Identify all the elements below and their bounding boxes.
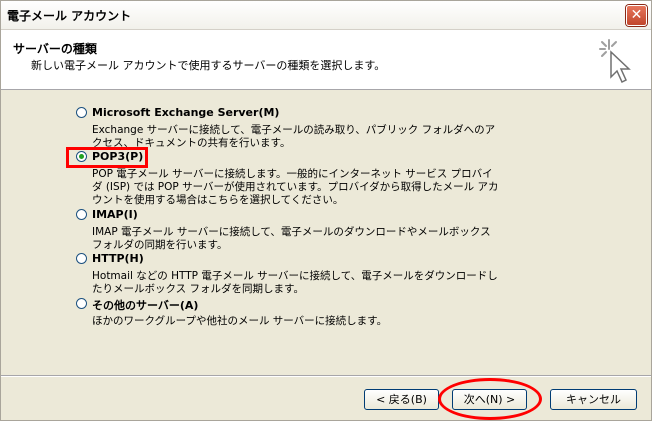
wizard-sparkle-cursor-icon (599, 39, 631, 84)
radio-http[interactable] (76, 253, 87, 264)
title-bar: 電子メール アカウント ✕ (1, 1, 651, 30)
option-other[interactable]: その他のサーバー(A) ほかのワークグループや他社のメール サーバーに接続します… (73, 296, 502, 328)
option-desc-imap: IMAP 電子メール サーバーに接続して、電子メールのダウンロードやメールボック… (92, 226, 491, 251)
pop3-highlight-annotation (66, 147, 148, 168)
option-label-http: HTTP(H) (92, 252, 144, 265)
radio-other[interactable] (76, 298, 87, 309)
cancel-button[interactable]: キャンセル (550, 389, 637, 410)
radio-imap[interactable] (76, 209, 87, 220)
back-button[interactable]: < 戻る(B) (364, 389, 439, 410)
option-http[interactable]: HTTP(H) Hotmail などの HTTP 電子メール サーバーに接続して… (73, 251, 502, 296)
server-type-options: Microsoft Exchange Server(M) Exchange サー… (1, 90, 651, 365)
option-exchange[interactable]: Microsoft Exchange Server(M) Exchange サー… (73, 105, 502, 150)
option-label-imap: IMAP(I) (92, 208, 138, 221)
header-title: サーバーの種類 (13, 42, 97, 56)
window-title: 電子メール アカウント (7, 9, 132, 23)
radio-exchange[interactable] (76, 107, 87, 118)
next-button-highlight-annotation (438, 378, 542, 420)
close-button[interactable]: ✕ (626, 5, 647, 26)
option-desc-other: ほかのワークグループや他社のメール サーバーに接続します。 (92, 315, 388, 327)
option-desc-http: Hotmail などの HTTP 電子メール サーバーに接続して、電子メールをダ… (92, 270, 498, 295)
option-label-other: その他のサーバー(A) (92, 299, 199, 312)
footer-divider (1, 375, 651, 377)
option-imap[interactable]: IMAP(I) IMAP 電子メール サーバーに接続して、電子メールのダウンロー… (73, 207, 502, 252)
header-subtitle: 新しい電子メール アカウントで使用するサーバーの種類を選択します。 (31, 59, 386, 72)
option-label-exchange: Microsoft Exchange Server(M) (92, 106, 280, 119)
wizard-header: サーバーの種類 新しい電子メール アカウントで使用するサーバーの種類を選択します… (1, 30, 651, 90)
option-desc-pop3: POP 電子メール サーバーに接続します。一般的にインターネット サービス プロ… (92, 168, 499, 206)
option-desc-exchange: Exchange サーバーに接続して、電子メールの読み取り、パブリック フォルダ… (92, 124, 496, 149)
close-icon: ✕ (630, 7, 643, 23)
dialog-window: 電子メール アカウント ✕ サーバーの種類 新しい電子メール アカウントで使用す… (0, 0, 652, 421)
